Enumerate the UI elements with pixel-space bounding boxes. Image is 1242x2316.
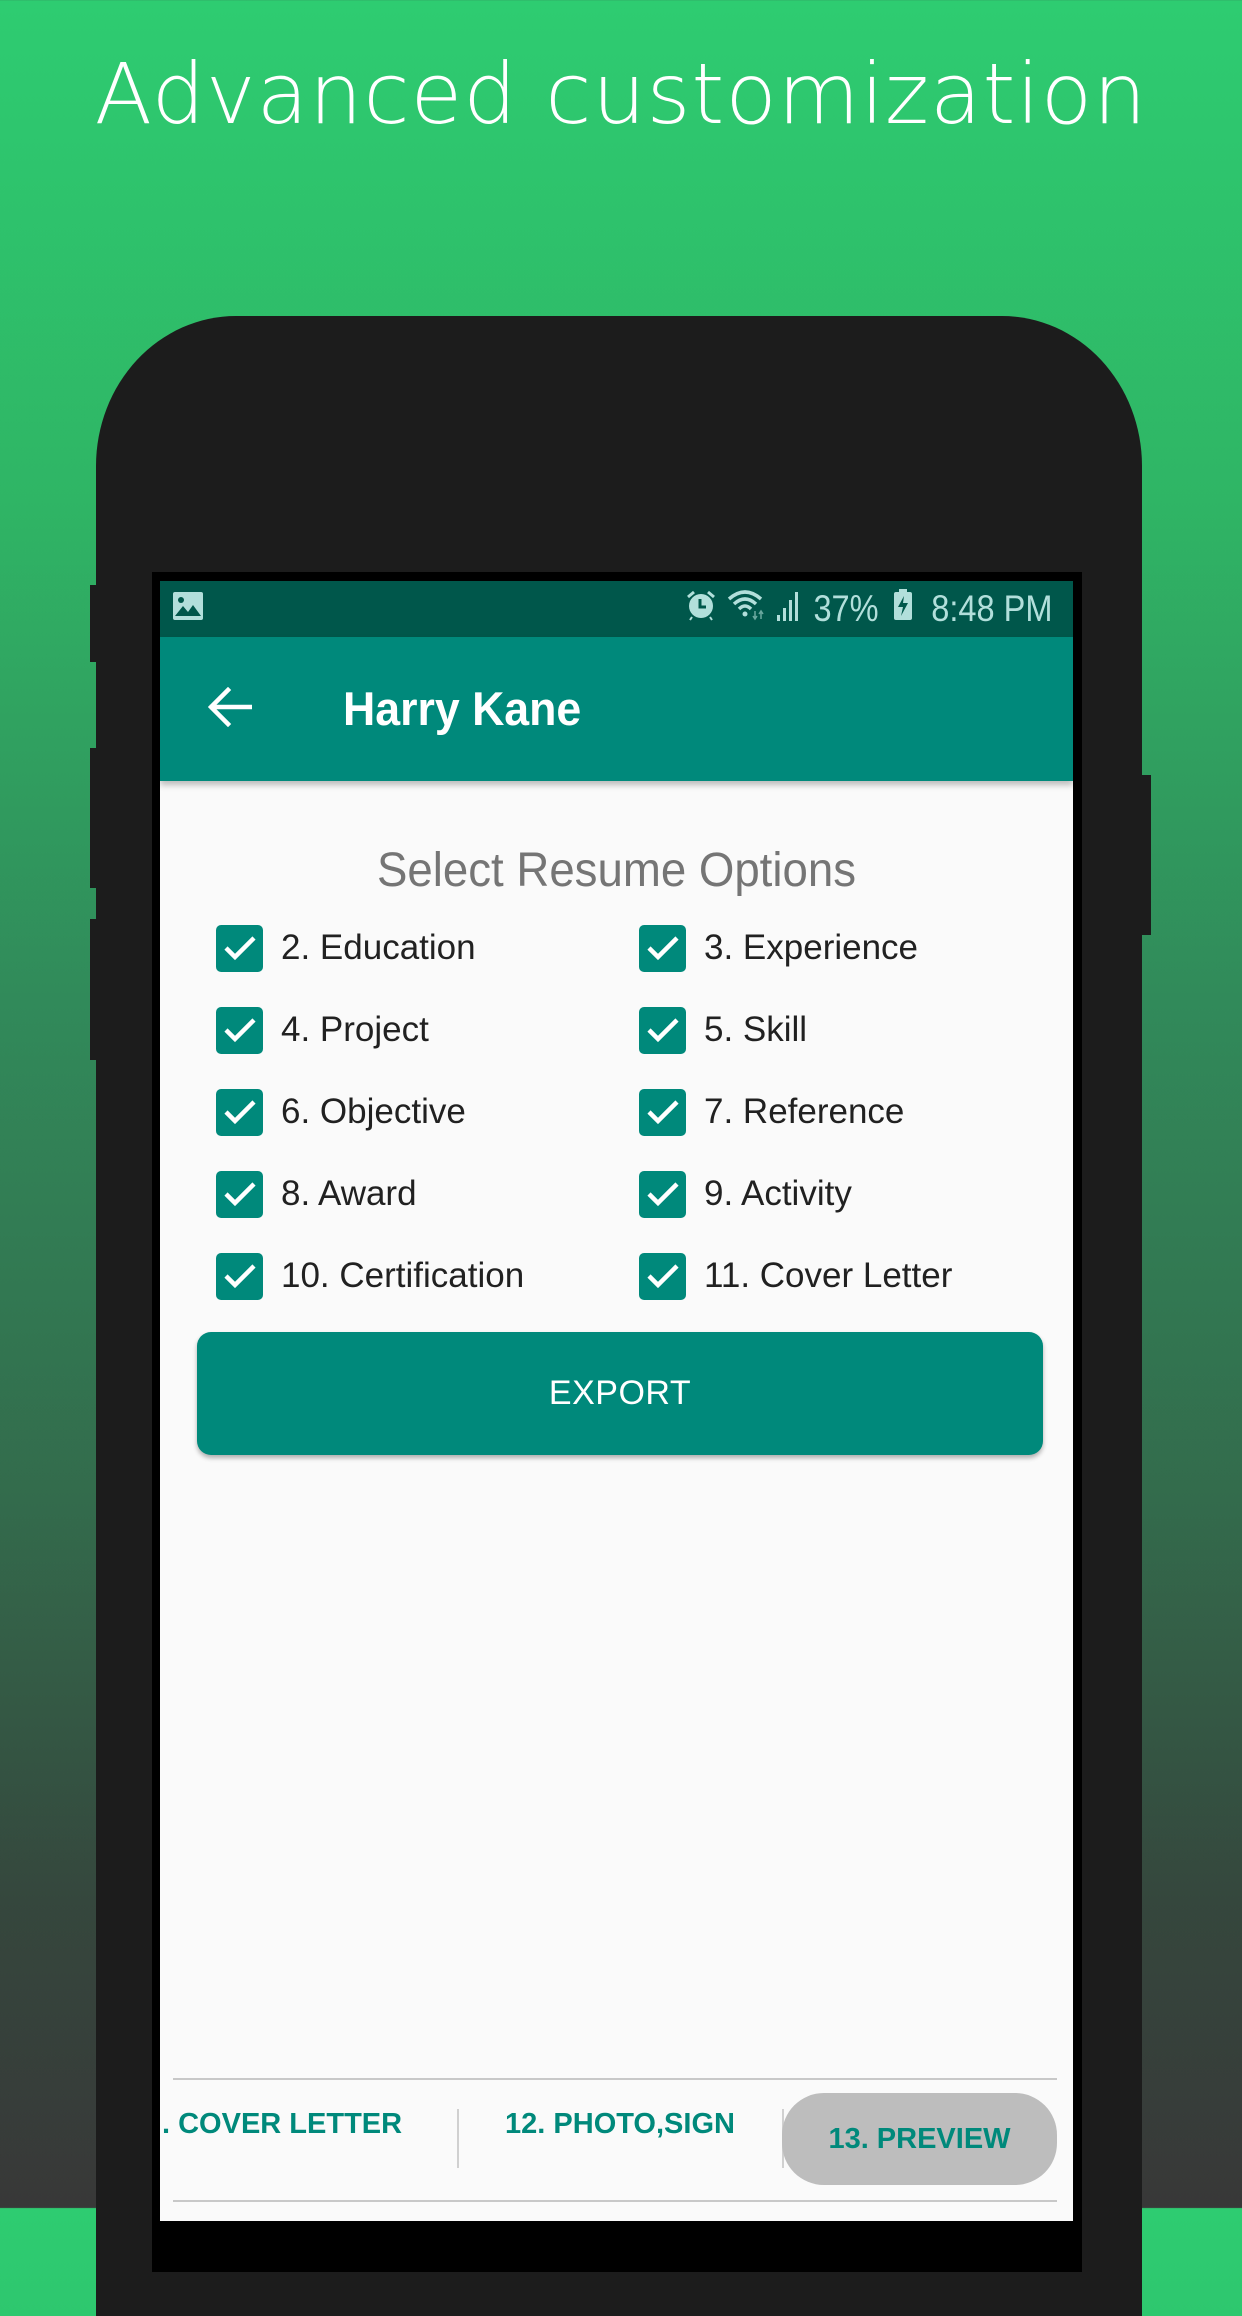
option-certification[interactable]: 10. Certification	[216, 1251, 524, 1301]
app-screen: 37% 8:48 PM Harry Kane Select Resume Opt…	[160, 581, 1073, 2221]
status-bar: 37% 8:48 PM	[160, 581, 1073, 637]
option-label: 3. Experience	[704, 928, 919, 967]
option-experience[interactable]: 3. Experience	[639, 923, 918, 973]
battery-charging-icon	[893, 588, 913, 630]
promo-headline: Advanced customization	[94, 45, 1148, 143]
option-label: 8. Award	[281, 1174, 417, 1213]
option-label: 5. Skill	[704, 1010, 808, 1049]
checkmark-icon	[646, 1100, 679, 1125]
option-education[interactable]: 2. Education	[216, 923, 476, 973]
wifi-icon	[727, 588, 767, 630]
checkbox-checked[interactable]	[639, 1088, 686, 1136]
status-time: 8:48 PM	[931, 588, 1053, 629]
checkbox-checked[interactable]	[639, 1252, 686, 1300]
checkbox-checked[interactable]	[216, 1006, 263, 1054]
checkbox-checked[interactable]	[216, 924, 263, 972]
tab-photo-sign[interactable]: 12. PHOTO,SIGN	[460, 2078, 780, 2170]
app-bar: Harry Kane	[160, 637, 1073, 781]
signal-icon	[777, 588, 799, 630]
checkmark-icon	[646, 936, 679, 961]
checkmark-icon	[646, 1182, 679, 1207]
option-label: 9. Activity	[704, 1174, 852, 1213]
section-title: Select Resume Options	[376, 844, 857, 897]
checkbox-checked[interactable]	[639, 1006, 686, 1054]
checkmark-icon	[223, 1264, 256, 1289]
option-label: 7. Reference	[704, 1092, 905, 1131]
option-label: 11. Cover Letter	[704, 1256, 953, 1295]
checkmark-icon	[223, 1182, 256, 1207]
checkmark-icon	[223, 1100, 256, 1125]
option-project[interactable]: 4. Project	[216, 1005, 429, 1055]
checkmark-icon	[646, 1264, 679, 1289]
option-reference[interactable]: 7. Reference	[639, 1087, 904, 1137]
option-label: 2. Education	[281, 928, 476, 967]
tab-separator	[457, 2109, 459, 2168]
export-button[interactable]: EXPORT	[197, 1332, 1043, 1455]
tab-preview[interactable]: 13. PREVIEW	[782, 2093, 1057, 2185]
checkbox-checked[interactable]	[216, 1170, 263, 1218]
checkbox-checked[interactable]	[639, 924, 686, 972]
option-cover-letter[interactable]: 11. Cover Letter	[639, 1251, 952, 1301]
tab-cover-letter[interactable]: . COVER LETTER	[160, 2078, 432, 2170]
app-title: Harry Kane	[343, 682, 582, 735]
option-skill[interactable]: 5. Skill	[639, 1005, 807, 1055]
checkbox-checked[interactable]	[216, 1252, 263, 1300]
checkbox-checked[interactable]	[216, 1088, 263, 1136]
battery-percent: 37%	[813, 588, 879, 629]
option-award[interactable]: 8. Award	[216, 1169, 417, 1219]
checkmark-icon	[223, 936, 256, 961]
checkmark-icon	[646, 1018, 679, 1043]
alarm-icon	[685, 588, 717, 630]
checkmark-icon	[223, 1018, 256, 1043]
tabs-bottom-divider	[173, 2200, 1057, 2202]
arrow-back-icon	[207, 686, 253, 732]
back-button[interactable]	[200, 679, 260, 739]
option-objective[interactable]: 6. Objective	[216, 1087, 466, 1137]
image-notification-icon	[172, 591, 204, 626]
option-label: 10. Certification	[281, 1256, 525, 1295]
option-activity[interactable]: 9. Activity	[639, 1169, 852, 1219]
option-label: 6. Objective	[281, 1092, 466, 1131]
option-label: 4. Project	[281, 1010, 429, 1049]
checkbox-checked[interactable]	[639, 1170, 686, 1218]
